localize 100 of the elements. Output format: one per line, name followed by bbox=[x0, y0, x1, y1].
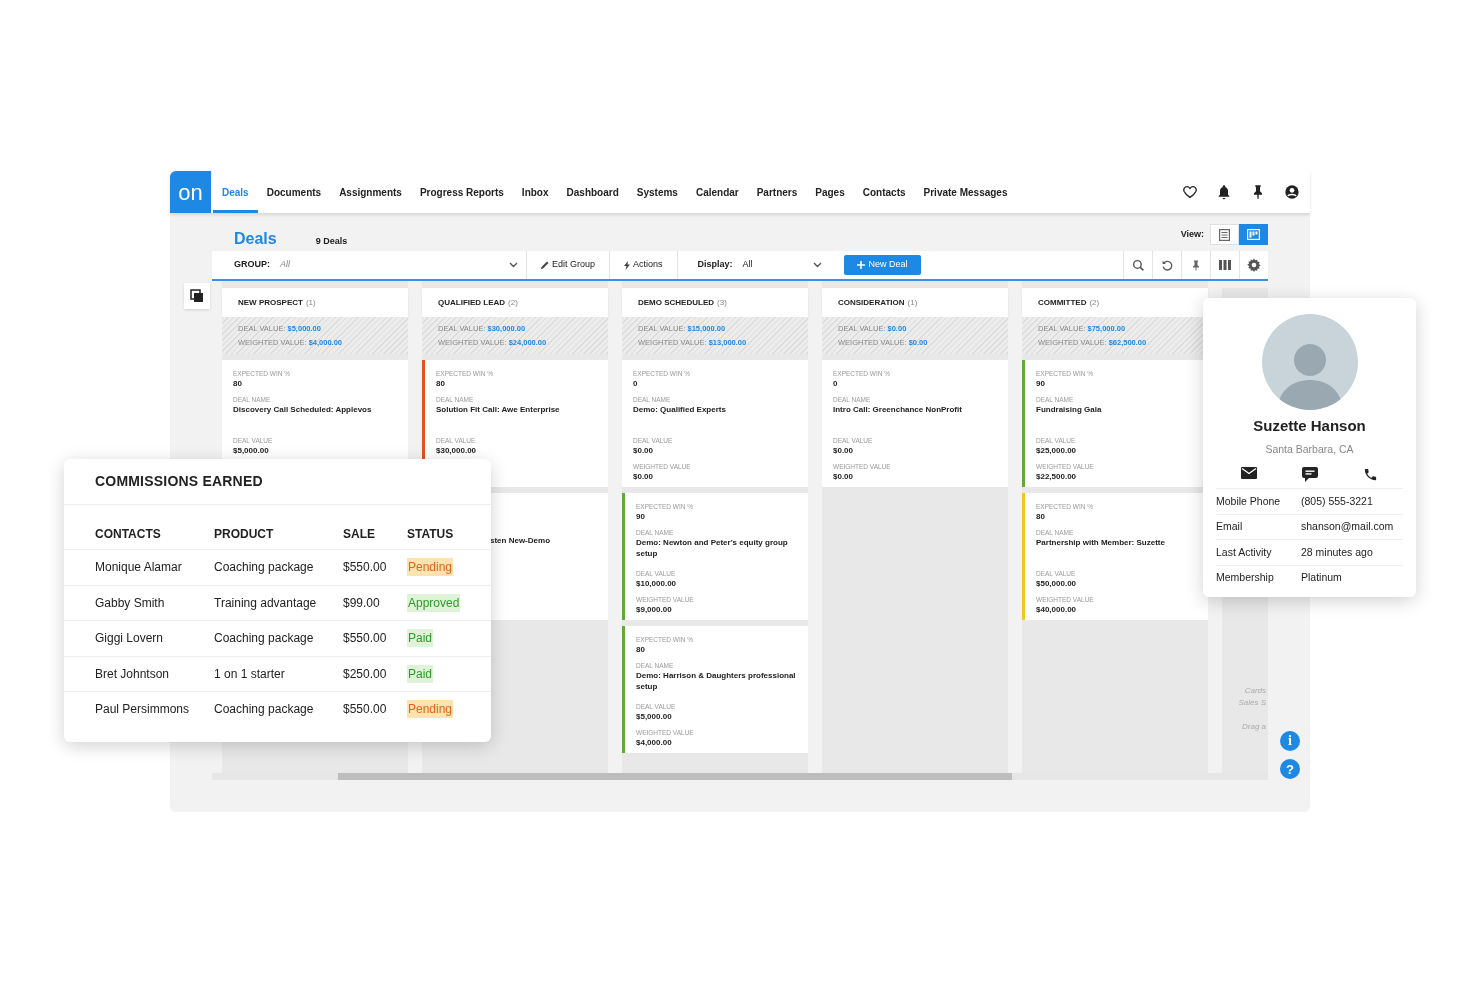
table-cell-text: Paul Persimmons bbox=[95, 701, 191, 719]
user-icon[interactable] bbox=[1284, 184, 1300, 200]
edit-group-button[interactable]: Edit Group bbox=[527, 251, 611, 279]
plus-icon bbox=[856, 261, 865, 269]
detail-label: Email bbox=[1216, 519, 1244, 535]
detail-label: Mobile Phone bbox=[1216, 493, 1282, 509]
table-cell-text: $550.00 bbox=[343, 559, 388, 577]
deal-count: 9 Deals bbox=[315, 237, 348, 246]
view-label: View: bbox=[1180, 227, 1204, 241]
nav-tab[interactable]: Pages bbox=[806, 171, 854, 213]
table-cell-text: Gabby Smith bbox=[95, 594, 166, 612]
table-cell-text: Training advantage bbox=[214, 594, 318, 612]
status-badge: Paid bbox=[407, 664, 434, 683]
copy-button[interactable] bbox=[184, 283, 210, 309]
field-value: 80 bbox=[636, 644, 646, 655]
table-cell-text: Giggi Lovern bbox=[95, 630, 165, 648]
lightning-icon bbox=[624, 260, 631, 270]
field-value: Fundraising Gala bbox=[1036, 404, 1103, 416]
field-value: $10,000.00 bbox=[636, 578, 678, 589]
board-icon bbox=[1247, 229, 1260, 240]
field-value: Demo: Harrison & Daughters professional setup bbox=[636, 670, 797, 693]
settings-icon bbox=[1247, 258, 1261, 272]
detail-label: Last Activity bbox=[1216, 544, 1273, 560]
column-count: (1) bbox=[907, 296, 918, 309]
actions-button[interactable]: Actions bbox=[610, 251, 678, 279]
heart-icon[interactable] bbox=[1182, 184, 1198, 200]
table-cell-text: Monique Alamar bbox=[95, 559, 183, 577]
detail-value: 28 minutes ago bbox=[1301, 544, 1373, 560]
refresh-icon bbox=[1160, 258, 1174, 272]
chevron-down-icon bbox=[812, 262, 822, 268]
field-value: 80 bbox=[233, 378, 243, 389]
horizontal-scrollbar[interactable] bbox=[212, 773, 1268, 780]
field-value: sten New-Demo bbox=[490, 535, 551, 546]
nav-tab[interactable]: Progress Reports bbox=[410, 171, 513, 213]
mail-icon[interactable] bbox=[1241, 467, 1258, 480]
field-value: $30,000.00 bbox=[436, 445, 478, 456]
table-cell-text: $250.00 bbox=[343, 665, 388, 683]
table-cell-text: Bret Johntson bbox=[95, 665, 171, 683]
group-dropdown[interactable]: GROUP: All bbox=[212, 251, 527, 279]
page-title: Deals bbox=[234, 231, 277, 247]
pin-icon bbox=[1190, 258, 1202, 272]
phone-icon[interactable] bbox=[1362, 467, 1378, 483]
nav-tab[interactable]: Calendar bbox=[686, 171, 748, 213]
display-dropdown[interactable]: Display: All bbox=[677, 251, 828, 279]
table-cell-text: $99.00 bbox=[343, 594, 381, 612]
nav-tab[interactable]: Inbox bbox=[512, 171, 558, 213]
columns-icon bbox=[1219, 260, 1231, 270]
column-title: DEMO SCHEDULED bbox=[638, 296, 714, 309]
nav-tab[interactable]: Deals bbox=[213, 171, 258, 213]
field-value: $0.00 bbox=[633, 471, 655, 482]
nav-tab[interactable]: Assignments bbox=[330, 171, 411, 213]
field-value: $9,000.00 bbox=[636, 604, 673, 615]
status-badge: Pending bbox=[407, 700, 454, 719]
field-value: 90 bbox=[1036, 378, 1046, 389]
table-cell-text: $550.00 bbox=[343, 630, 388, 648]
table-cell-text: 1 on 1 starter bbox=[214, 665, 286, 683]
field-value: Solution Fit Call: Awe Enterprise bbox=[436, 404, 561, 416]
field-value: $22,500.00 bbox=[1036, 471, 1078, 482]
pencil-icon bbox=[541, 261, 549, 269]
status-badge: Paid bbox=[407, 629, 434, 648]
field-value: Partnership with Member: Suzette bbox=[1036, 537, 1166, 549]
detail-value: Platinum bbox=[1301, 570, 1342, 586]
column-title: CONSIDERATION bbox=[838, 296, 905, 309]
table-cell-text: $550.00 bbox=[343, 701, 388, 719]
nav-tab[interactable]: Contacts bbox=[853, 171, 915, 213]
bell-icon[interactable] bbox=[1216, 184, 1232, 200]
column-header: CONTACTS bbox=[95, 526, 162, 543]
nav-tab[interactable]: Systems bbox=[627, 171, 687, 213]
contact-location: Santa Barbara, CA bbox=[1265, 441, 1354, 457]
board-view-button[interactable] bbox=[1239, 224, 1268, 245]
nav-tab[interactable]: Private Messages bbox=[914, 171, 1017, 213]
search-icon bbox=[1131, 258, 1145, 272]
field-value: $4,000.00 bbox=[636, 737, 673, 748]
table-cell-text: Coaching package bbox=[214, 559, 315, 577]
field-value: $50,000.00 bbox=[1036, 578, 1078, 589]
copy-icon bbox=[190, 289, 204, 303]
column-header: SALE bbox=[343, 526, 376, 543]
field-value: Discovery Call Scheduled: Applevos bbox=[233, 404, 373, 416]
field-value: Intro Call: Greenchance NonProfit bbox=[833, 404, 963, 416]
nav-tab[interactable]: Partners bbox=[747, 171, 807, 213]
detail-value: (805) 555-3221 bbox=[1301, 493, 1373, 509]
column-title: QUALIFIED LEAD bbox=[438, 296, 506, 309]
column-count: (2) bbox=[508, 296, 518, 309]
logo[interactable]: on bbox=[170, 171, 211, 213]
field-value: Demo: Qualified Experts bbox=[633, 404, 727, 416]
column-count: (1) bbox=[305, 296, 316, 309]
field-value: 90 bbox=[636, 511, 646, 522]
field-value: 80 bbox=[436, 378, 446, 389]
field-value: $40,000.00 bbox=[1036, 604, 1078, 615]
column-title: NEW PROSPECT bbox=[238, 296, 303, 309]
list-icon bbox=[1219, 228, 1230, 241]
field-value: 0 bbox=[833, 378, 839, 389]
nav-tab[interactable]: Dashboard bbox=[557, 171, 628, 213]
nav-tab[interactable]: Documents bbox=[257, 171, 331, 213]
list-view-button[interactable] bbox=[1210, 224, 1239, 245]
chat-icon[interactable] bbox=[1302, 467, 1318, 483]
field-value: Demo: Newton and Peter's equity group setup bbox=[636, 537, 789, 560]
field-value: $0.00 bbox=[633, 445, 655, 456]
new-deal-button[interactable]: New Deal bbox=[843, 255, 921, 275]
field-value: $0.00 bbox=[833, 471, 855, 482]
